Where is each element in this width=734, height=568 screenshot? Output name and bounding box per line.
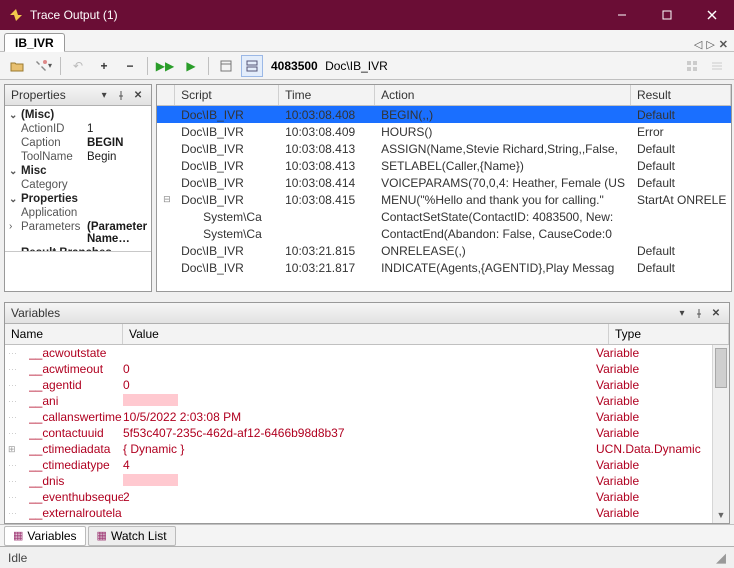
plus-button[interactable]: + — [93, 55, 115, 77]
tab-icon: ▦ — [97, 529, 107, 542]
trace-row[interactable]: System\CaContactSetState(ContactID: 4083… — [157, 208, 731, 225]
bottom-tab[interactable]: ▦Watch List — [88, 526, 176, 546]
context-path: Doc\IB_IVR — [325, 59, 388, 73]
variables-panel-header: Variables ▾ ✕ — [5, 303, 729, 324]
redacted-value — [123, 474, 178, 486]
properties-description — [5, 251, 151, 291]
window-title: Trace Output (1) — [30, 8, 599, 22]
col-time[interactable]: Time — [279, 85, 375, 105]
tools-button[interactable]: ▾ — [32, 55, 54, 77]
variable-row[interactable]: ⋯__dnisVariable — [5, 473, 712, 489]
trace-row[interactable]: Doc\IB_IVR10:03:08.408BEGIN(,,)Default — [157, 106, 731, 123]
close-button[interactable] — [689, 0, 734, 30]
tab-nav-right-icon[interactable]: ▷ — [706, 38, 714, 51]
property-group-header[interactable]: ⌄Properties — [5, 192, 151, 206]
variable-row[interactable]: ⋯__acwtimeout0Variable — [5, 361, 712, 377]
variable-row[interactable]: ⋯__aniVariable — [5, 393, 712, 409]
variable-row[interactable]: ⋯__externalroutelaVariable — [5, 505, 712, 521]
trace-row[interactable]: System\CaContactEnd(Abandon: False, Caus… — [157, 225, 731, 242]
context-label: 4083500 Doc\IB_IVR — [271, 59, 388, 73]
trace-row[interactable]: ⊟Doc\IB_IVR10:03:08.415MENU("%Hello and … — [157, 191, 731, 208]
scroll-thumb[interactable] — [715, 348, 727, 388]
app-icon — [8, 7, 24, 23]
property-row[interactable]: ToolNameBegin — [5, 150, 151, 164]
property-row[interactable]: CaptionBEGIN — [5, 136, 151, 150]
panel-pin-icon[interactable] — [692, 306, 706, 320]
toolbar: ▾ ↶ + − ▶▶ ▶ 4083500 Doc\IB_IVR — [0, 52, 734, 80]
property-group-header[interactable]: ⌄Misc — [5, 164, 151, 178]
minimize-button[interactable] — [599, 0, 644, 30]
trace-row[interactable]: Doc\IB_IVR10:03:21.815ONRELEASE(,)Defaul… — [157, 242, 731, 259]
separator — [208, 57, 209, 75]
variables-grid[interactable]: ⋯__acwoutstateVariable⋯__acwtimeout0Vari… — [5, 345, 712, 523]
property-row[interactable]: Application — [5, 206, 151, 220]
tab-nav-left-icon[interactable]: ◁ — [694, 38, 702, 51]
list-view-button[interactable] — [706, 55, 728, 77]
trace-row[interactable]: Doc\IB_IVR10:03:08.409HOURS()Error — [157, 123, 731, 140]
properties-panel: Properties ▾ ✕ ⌄(Misc)ActionID1CaptionBE… — [4, 84, 152, 292]
resize-grip-icon[interactable]: ◢ — [716, 550, 726, 566]
property-row[interactable]: ActionID1 — [5, 122, 151, 136]
variables-grid-header: Name Value Type — [5, 324, 729, 345]
trace-row[interactable]: Doc\IB_IVR10:03:08.413SETLABEL(Caller,{N… — [157, 157, 731, 174]
open-button[interactable] — [6, 55, 28, 77]
view1-button[interactable] — [215, 55, 237, 77]
variables-panel-title: Variables — [11, 306, 60, 320]
variables-panel: Variables ▾ ✕ Name Value Type ⋯__acwouts… — [4, 302, 730, 524]
separator — [60, 57, 61, 75]
vertical-scrollbar[interactable]: ▲ ▼ — [712, 345, 729, 523]
trace-row[interactable]: Doc\IB_IVR10:03:08.413ASSIGN(Name,Stevie… — [157, 140, 731, 157]
variable-row[interactable]: ⋯__ctimediatype4Variable — [5, 457, 712, 473]
status-text: Idle — [8, 551, 27, 565]
property-row[interactable]: ›Parameters(Parameter Name… — [5, 220, 151, 246]
property-group-header[interactable]: ⌄(Misc) — [5, 108, 151, 122]
view2-button[interactable] — [241, 55, 263, 77]
panel-pin-icon[interactable] — [114, 88, 128, 102]
col-script[interactable]: Script — [175, 85, 279, 105]
separator — [147, 57, 148, 75]
step-button[interactable]: ▶ — [180, 55, 202, 77]
variable-row[interactable]: ⋯__acwoutstateVariable — [5, 345, 712, 361]
trace-panel: Script Time Action Result Doc\IB_IVR10:0… — [156, 84, 732, 292]
col-var-name[interactable]: Name — [5, 324, 123, 344]
context-id: 4083500 — [271, 59, 318, 73]
redacted-value — [123, 394, 178, 406]
properties-panel-title: Properties — [11, 88, 66, 102]
document-tab-strip: IB_IVR ◁ ▷ ✕ — [0, 30, 734, 52]
bottom-tab-strip: ▦Variables▦Watch List — [0, 524, 734, 546]
bottom-tab[interactable]: ▦Variables — [4, 526, 86, 546]
trace-row[interactable]: Doc\IB_IVR10:03:08.414VOICEPARAMS(70,0,4… — [157, 174, 731, 191]
col-result[interactable]: Result — [631, 85, 731, 105]
trace-grid-header: Script Time Action Result — [157, 85, 731, 106]
titlebar: Trace Output (1) — [0, 0, 734, 30]
property-row[interactable]: Category — [5, 178, 151, 192]
variable-row[interactable]: ⋯__contactuuid5f53c407-235c-462d-af12-64… — [5, 425, 712, 441]
trace-grid[interactable]: Script Time Action Result Doc\IB_IVR10:0… — [157, 85, 731, 291]
minus-button[interactable]: − — [119, 55, 141, 77]
maximize-button[interactable] — [644, 0, 689, 30]
variable-row[interactable]: ⋯__agentid0Variable — [5, 377, 712, 393]
tab-icon: ▦ — [13, 529, 23, 542]
grid-view-button[interactable] — [681, 55, 703, 77]
variable-row[interactable]: ⋯__eventhubseque2Variable — [5, 489, 712, 505]
panel-dropdown-icon[interactable]: ▾ — [675, 306, 689, 320]
trace-row[interactable]: Doc\IB_IVR10:03:21.817INDICATE(Agents,{A… — [157, 259, 731, 276]
scroll-down-icon[interactable]: ▼ — [713, 507, 729, 523]
run-button[interactable]: ▶▶ — [154, 55, 176, 77]
properties-panel-header: Properties ▾ ✕ — [5, 85, 151, 106]
panel-close-icon[interactable]: ✕ — [131, 88, 145, 102]
col-var-value[interactable]: Value — [123, 324, 609, 344]
variable-row[interactable]: ⊞__ctimediadata{ Dynamic }UCN.Data.Dynam… — [5, 441, 712, 457]
variable-row[interactable]: ⋯__callanswertime10/5/2022 2:03:08 PMVar… — [5, 409, 712, 425]
properties-grid[interactable]: ⌄(Misc)ActionID1CaptionBEGINToolNameBegi… — [5, 106, 151, 251]
back-button[interactable]: ↶ — [67, 55, 89, 77]
col-var-type[interactable]: Type — [609, 324, 729, 344]
panel-close-icon[interactable]: ✕ — [709, 306, 723, 320]
panel-dropdown-icon[interactable]: ▾ — [97, 88, 111, 102]
document-tab[interactable]: IB_IVR — [4, 33, 65, 52]
tab-close-icon[interactable]: ✕ — [719, 38, 728, 51]
col-action[interactable]: Action — [375, 85, 631, 105]
